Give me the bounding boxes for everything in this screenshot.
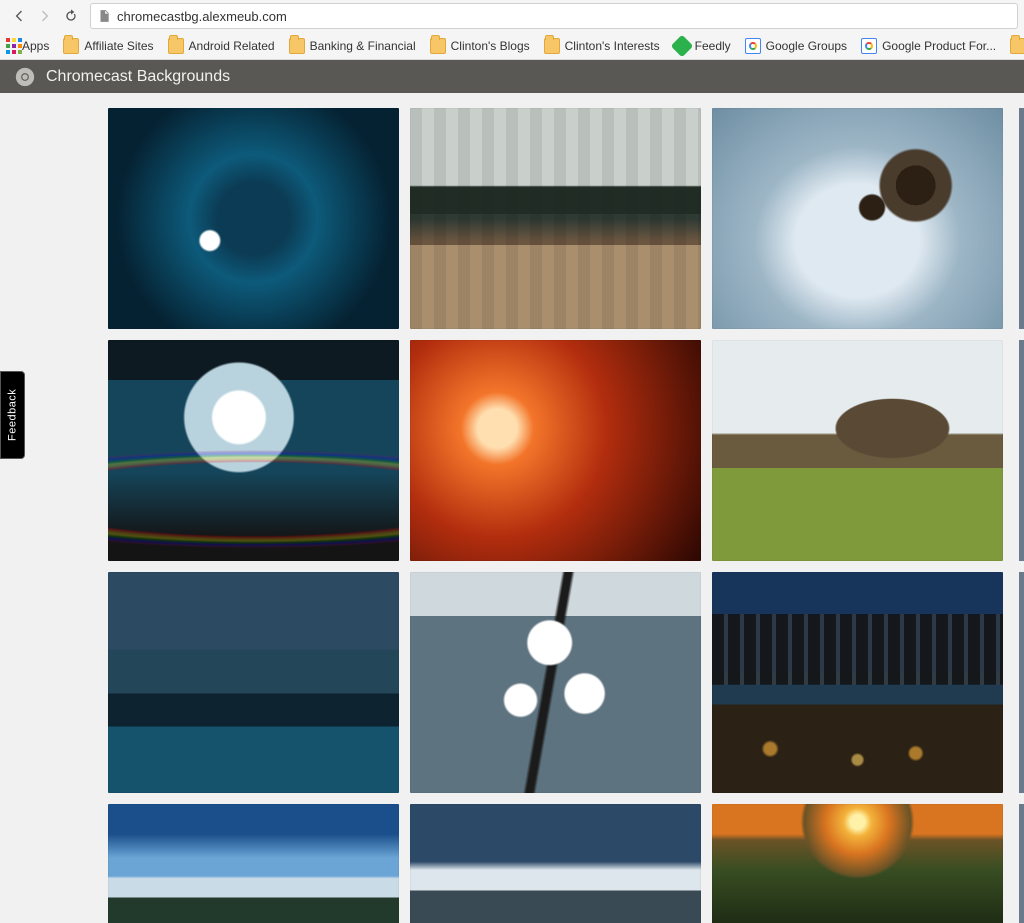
gallery-thumb[interactable] <box>108 108 399 329</box>
feedly-icon <box>670 34 693 57</box>
gallery-thumb[interactable] <box>410 340 701 561</box>
folder-icon <box>289 38 305 54</box>
bookmark-label: Feedly <box>695 39 731 53</box>
bookmark-label: Google Groups <box>766 39 847 53</box>
bookmarks-bar: Apps Affiliate Sites Android Related Ban… <box>0 32 1024 60</box>
google-icon <box>861 38 877 54</box>
bookmark-google-sites[interactable]: Google Sites <box>1010 38 1024 54</box>
folder-icon <box>430 38 446 54</box>
folder-icon <box>1010 38 1024 54</box>
bookmark-google-groups[interactable]: Google Groups <box>745 38 847 54</box>
browser-toolbar: chromecastbg.alexmeub.com <box>0 0 1024 32</box>
bookmark-clintons-interests[interactable]: Clinton's Interests <box>544 38 660 54</box>
bookmark-android-related[interactable]: Android Related <box>168 38 275 54</box>
reload-button[interactable] <box>58 3 84 29</box>
chrome-icon <box>14 66 36 88</box>
google-icon <box>745 38 761 54</box>
bookmark-label: Android Related <box>189 39 275 53</box>
folder-icon <box>168 38 184 54</box>
bookmark-label: Banking & Financial <box>310 39 416 53</box>
gallery-thumb[interactable] <box>410 572 701 793</box>
folder-icon <box>63 38 79 54</box>
feedback-tab[interactable]: Feedback <box>0 371 25 459</box>
feedback-label: Feedback <box>7 389 19 441</box>
bookmark-label: Google Product For... <box>882 39 996 53</box>
gallery-thumb[interactable] <box>712 804 1003 923</box>
address-bar[interactable]: chromecastbg.alexmeub.com <box>90 3 1018 29</box>
bookmark-apps[interactable]: Apps <box>6 38 49 54</box>
page-title: Chromecast Backgrounds <box>46 68 230 86</box>
bookmark-google-product-forums[interactable]: Google Product For... <box>861 38 996 54</box>
page-icon <box>97 9 111 23</box>
page-header: Chromecast Backgrounds <box>0 60 1024 93</box>
bookmark-label: Apps <box>22 39 49 53</box>
gallery-thumb[interactable] <box>108 572 399 793</box>
bookmark-clintons-blogs[interactable]: Clinton's Blogs <box>430 38 530 54</box>
gallery-overflow-column <box>1019 108 1024 923</box>
bookmark-label: Clinton's Interests <box>565 39 660 53</box>
gallery-thumb[interactable] <box>108 804 399 923</box>
gallery-thumb[interactable] <box>712 340 1003 561</box>
gallery-thumb[interactable] <box>410 108 701 329</box>
forward-button[interactable] <box>32 3 58 29</box>
gallery-thumb[interactable] <box>108 340 399 561</box>
page-content: Feedback <box>0 93 1024 923</box>
bookmark-feedly[interactable]: Feedly <box>674 38 731 54</box>
url-text: chromecastbg.alexmeub.com <box>117 9 287 24</box>
folder-icon <box>544 38 560 54</box>
back-button[interactable] <box>6 3 32 29</box>
gallery-thumb[interactable] <box>712 108 1003 329</box>
image-gallery <box>108 108 1003 923</box>
reload-icon <box>63 8 79 24</box>
bookmark-affiliate-sites[interactable]: Affiliate Sites <box>63 38 153 54</box>
gallery-thumb[interactable] <box>712 572 1003 793</box>
apps-icon <box>6 38 22 54</box>
bookmark-label: Affiliate Sites <box>84 39 153 53</box>
bookmark-banking-financial[interactable]: Banking & Financial <box>289 38 416 54</box>
bookmark-label: Clinton's Blogs <box>451 39 530 53</box>
arrow-left-icon <box>11 8 27 24</box>
arrow-right-icon <box>37 8 53 24</box>
gallery-thumb[interactable] <box>410 804 701 923</box>
